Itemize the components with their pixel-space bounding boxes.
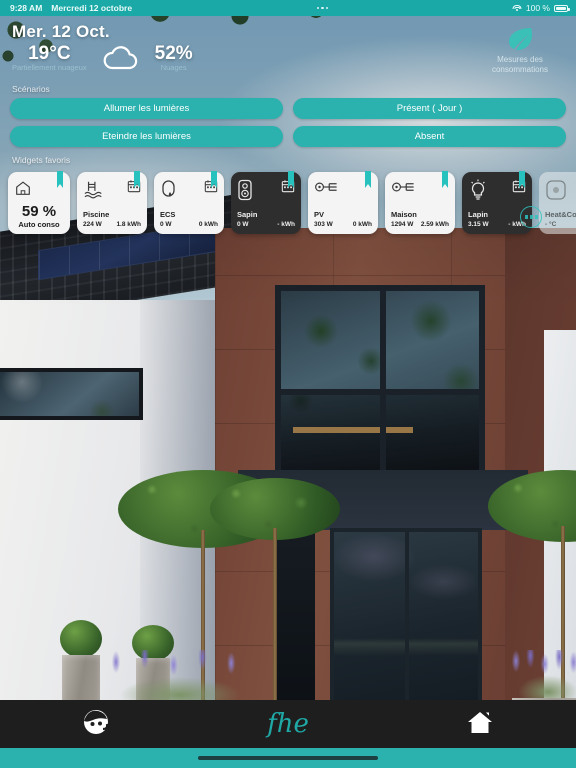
- measures-label: Mesures des consommations: [491, 55, 549, 74]
- scenario-button-eteindre-lumieres[interactable]: Eteindre les lumières: [10, 126, 283, 147]
- energy-meter-icon: [314, 179, 338, 200]
- widget-name: Maison: [391, 210, 417, 219]
- widget-name: PV: [314, 210, 325, 219]
- dashboard-overlay: Mer. 12 Oct. 19°C Partiellement nuageux …: [0, 16, 576, 234]
- logo-text: fhe: [267, 709, 309, 739]
- widget-ecs[interactable]: ECS 0 W 0 kWh: [154, 171, 224, 234]
- favorite-ribbon-icon: [365, 171, 371, 188]
- widget-power: 0 W: [160, 220, 172, 228]
- favorite-ribbon-icon: [442, 171, 448, 188]
- glass-sliding-door: [330, 528, 482, 713]
- ellipsis-icon: [316, 6, 329, 10]
- scenario-button-allumer-lumieres[interactable]: Allumer les lumières: [10, 98, 283, 119]
- widget-name: Lapin: [468, 210, 488, 219]
- energy-meter-icon: [391, 179, 415, 200]
- status-date: Mercredi 12 octobre: [51, 3, 133, 13]
- widget-power: 224 W: [83, 220, 102, 228]
- cloud-icon: [101, 45, 141, 71]
- thermostat-icon: [545, 179, 567, 206]
- status-center-indicator: [132, 6, 513, 10]
- widgets-favoris-strip[interactable]: 59 % Auto conso Piscine 224 W 1.8 kWh EC…: [0, 171, 576, 234]
- widget-power: 3.15 W: [468, 220, 489, 228]
- assistant-button[interactable]: [0, 707, 192, 742]
- widget-maison[interactable]: Maison 1294 W 2.59 kWh: [385, 171, 455, 234]
- widgets-title: Widgets favoris: [12, 155, 71, 165]
- widget-energy: 0 kWh: [352, 220, 372, 228]
- widget-name: ECS: [160, 210, 176, 219]
- house-outline-icon: [14, 179, 32, 202]
- widget-energy: 2.59 kWh: [420, 220, 449, 228]
- temperature-condition: Partiellement nuageux: [12, 63, 87, 72]
- battery-icon: [554, 4, 570, 12]
- widget-power: 1294 W: [391, 220, 414, 228]
- water-heater-icon: [160, 179, 178, 206]
- widget-power: 303 W: [314, 220, 333, 228]
- humidity-value: 52%: [154, 43, 193, 64]
- smart-plug-icon: [237, 179, 253, 206]
- battery-percent: 100 %: [525, 3, 550, 13]
- app-root: 9:28 AM Mercredi 12 octobre 100 % Mer. 1…: [0, 0, 576, 768]
- temperature-block: 19°C Partiellement nuageux: [12, 43, 87, 73]
- widget-pv[interactable]: PV 303 W 0 kWh: [308, 171, 378, 234]
- status-bar: 9:28 AM Mercredi 12 octobre 100 %: [0, 0, 576, 16]
- favorite-ribbon-icon: [57, 171, 63, 188]
- favorite-ribbon-icon: [288, 171, 294, 188]
- widget-name: Sapin: [237, 210, 258, 219]
- pool-icon: [83, 179, 105, 204]
- widget-energy: - kWh: [277, 220, 295, 228]
- window-main: [275, 285, 485, 485]
- light-bulb-icon: [468, 179, 488, 206]
- humidity-block: 52% Nuages: [154, 43, 193, 73]
- favorite-ribbon-icon: [519, 171, 525, 188]
- scenario-button-present-jour[interactable]: Présent ( Jour ): [293, 98, 566, 119]
- more-widgets-button[interactable]: [520, 206, 542, 228]
- leaf-icon: [505, 26, 535, 52]
- favorite-ribbon-icon: [134, 171, 140, 188]
- widget-auto-conso[interactable]: 59 % Auto conso: [8, 171, 70, 234]
- wifi-icon: [512, 4, 522, 12]
- widget-energy: 1.8 kWh: [116, 220, 141, 228]
- auto-conso-label: Auto conso: [18, 219, 60, 229]
- widget-heat-and-cool[interactable]: Heat&Cool - °C: [539, 172, 576, 234]
- widget-lapin[interactable]: Lapin 3.15 W - kWh: [462, 171, 532, 234]
- measures-button[interactable]: Mesures des consommations: [472, 26, 568, 75]
- widget-power: 0 W: [237, 220, 249, 228]
- scenarios-title: Scénarios: [12, 84, 50, 94]
- home-indicator-bar: [0, 748, 576, 768]
- temperature-value: 19°C: [28, 43, 71, 64]
- favorite-ribbon-icon: [211, 171, 217, 188]
- scenario-button-absent[interactable]: Absent: [293, 126, 566, 147]
- auto-conso-value: 59 %: [21, 202, 57, 220]
- scenarios-grid: Allumer les lumières Présent ( Jour ) Et…: [0, 98, 576, 147]
- home-icon: [465, 708, 495, 741]
- bottom-navigation-bar: fhe: [0, 700, 576, 748]
- home-button[interactable]: [384, 708, 576, 741]
- widget-energy: 0 kWh: [198, 220, 218, 228]
- widget-name: Heat&Cool: [545, 210, 576, 219]
- home-indicator[interactable]: [198, 756, 378, 760]
- window-left: [0, 368, 143, 420]
- widget-power: - °C: [545, 220, 557, 228]
- app-logo: fhe: [192, 710, 384, 738]
- assistant-face-icon: [81, 707, 111, 742]
- weather-panel: Mer. 12 Oct. 19°C Partiellement nuageux …: [0, 16, 576, 82]
- widget-sapin[interactable]: Sapin 0 W - kWh: [231, 171, 301, 234]
- widget-name: Piscine: [83, 210, 110, 219]
- widget-piscine[interactable]: Piscine 224 W 1.8 kWh: [77, 171, 147, 234]
- topiary-ball-1: [60, 620, 102, 658]
- status-time: 9:28 AM: [10, 3, 43, 13]
- humidity-label: Nuages: [160, 63, 187, 72]
